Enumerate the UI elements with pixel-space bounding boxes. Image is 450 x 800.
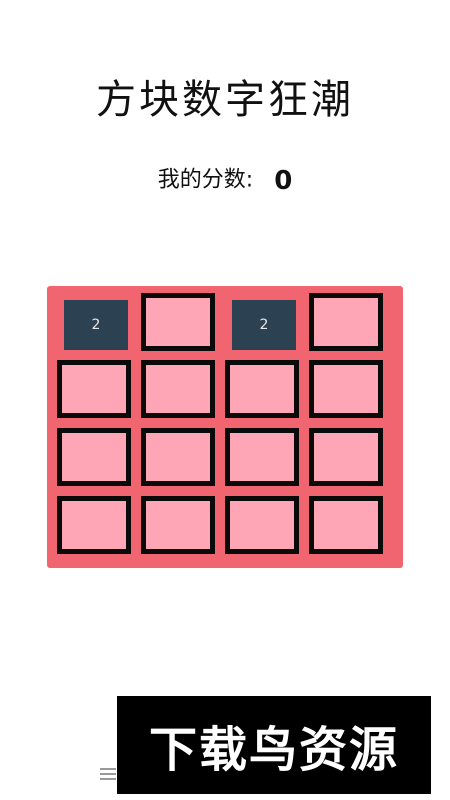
watermark-logo: 下载鸟资源 xyxy=(117,696,431,794)
game-board[interactable]: 22 xyxy=(47,286,403,568)
board-cell xyxy=(309,428,383,486)
game-screen: 方块数字狂潮 我的分数: 0 22 下载鸟资源 xyxy=(0,0,450,800)
board-tile: 2 xyxy=(64,300,128,350)
watermark-text: 下载鸟资源 xyxy=(148,722,399,778)
board-cell xyxy=(57,496,131,554)
board-cell xyxy=(141,360,215,418)
game-title: 方块数字狂潮 xyxy=(96,77,354,123)
board-cell xyxy=(309,496,383,554)
board-cell xyxy=(141,428,215,486)
board-cell xyxy=(225,428,299,486)
board-cell xyxy=(57,360,131,418)
score-label: 我的分数: xyxy=(157,167,254,193)
board-cell xyxy=(141,293,215,351)
menu-icon[interactable] xyxy=(100,768,116,782)
board-cell xyxy=(309,293,383,351)
board-cell xyxy=(141,496,215,554)
board-cell xyxy=(57,428,131,486)
score-row: 我的分数: 0 xyxy=(0,162,450,199)
board-tile: 2 xyxy=(232,300,296,350)
board-cell xyxy=(225,496,299,554)
board-cell xyxy=(309,360,383,418)
score-value: 0 xyxy=(274,165,293,196)
board-cell xyxy=(225,360,299,418)
